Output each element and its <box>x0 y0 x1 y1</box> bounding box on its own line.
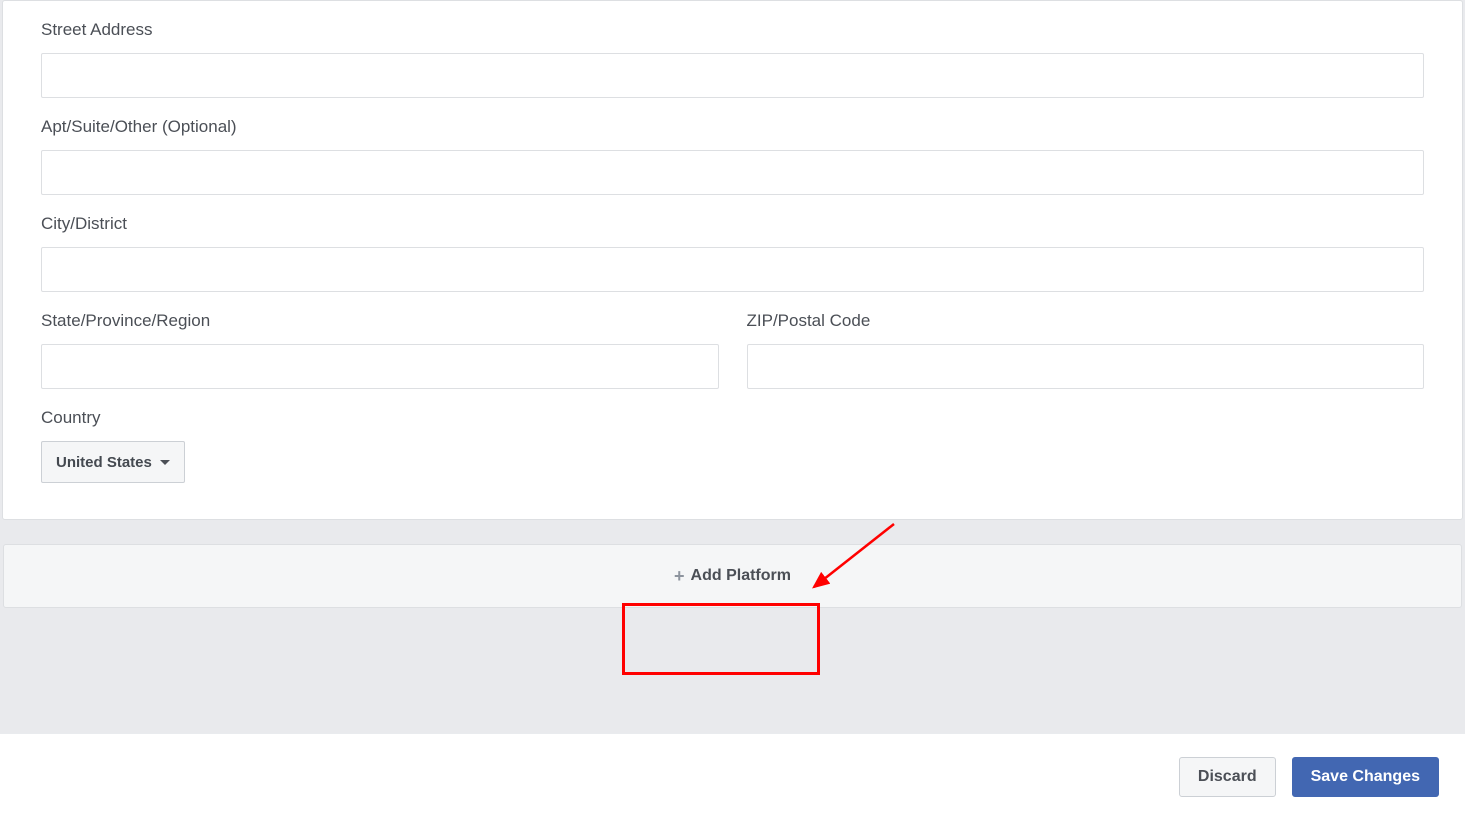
select-country-value: United States <box>56 454 152 471</box>
footer-bar: Discard Save Changes <box>0 733 1465 819</box>
label-country: Country <box>41 407 1424 429</box>
label-zip: ZIP/Postal Code <box>747 310 1425 332</box>
add-platform-label: Add Platform <box>691 567 791 585</box>
field-apt: Apt/Suite/Other (Optional) <box>41 116 1424 195</box>
spacer <box>0 608 1465 668</box>
plus-icon: + <box>674 567 685 585</box>
field-street-address: Street Address <box>41 1 1424 98</box>
save-changes-button[interactable]: Save Changes <box>1292 757 1439 797</box>
chevron-down-icon <box>160 460 170 465</box>
select-country[interactable]: United States <box>41 441 185 483</box>
label-apt: Apt/Suite/Other (Optional) <box>41 116 1424 138</box>
label-city: City/District <box>41 213 1424 235</box>
address-form-card: Street Address Apt/Suite/Other (Optional… <box>2 0 1463 520</box>
label-state: State/Province/Region <box>41 310 719 332</box>
field-zip: ZIP/Postal Code <box>747 310 1425 389</box>
add-platform-inner: + Add Platform <box>674 567 791 585</box>
add-platform-button[interactable]: + Add Platform <box>3 544 1462 608</box>
input-zip[interactable] <box>747 344 1425 389</box>
label-street-address: Street Address <box>41 19 1424 41</box>
input-apt[interactable] <box>41 150 1424 195</box>
input-street-address[interactable] <box>41 53 1424 98</box>
input-city[interactable] <box>41 247 1424 292</box>
discard-button[interactable]: Discard <box>1179 757 1276 797</box>
field-state: State/Province/Region <box>41 310 719 389</box>
field-country: Country United States <box>41 407 1424 483</box>
input-state[interactable] <box>41 344 719 389</box>
field-city: City/District <box>41 213 1424 292</box>
row-state-zip: State/Province/Region ZIP/Postal Code <box>41 310 1424 389</box>
